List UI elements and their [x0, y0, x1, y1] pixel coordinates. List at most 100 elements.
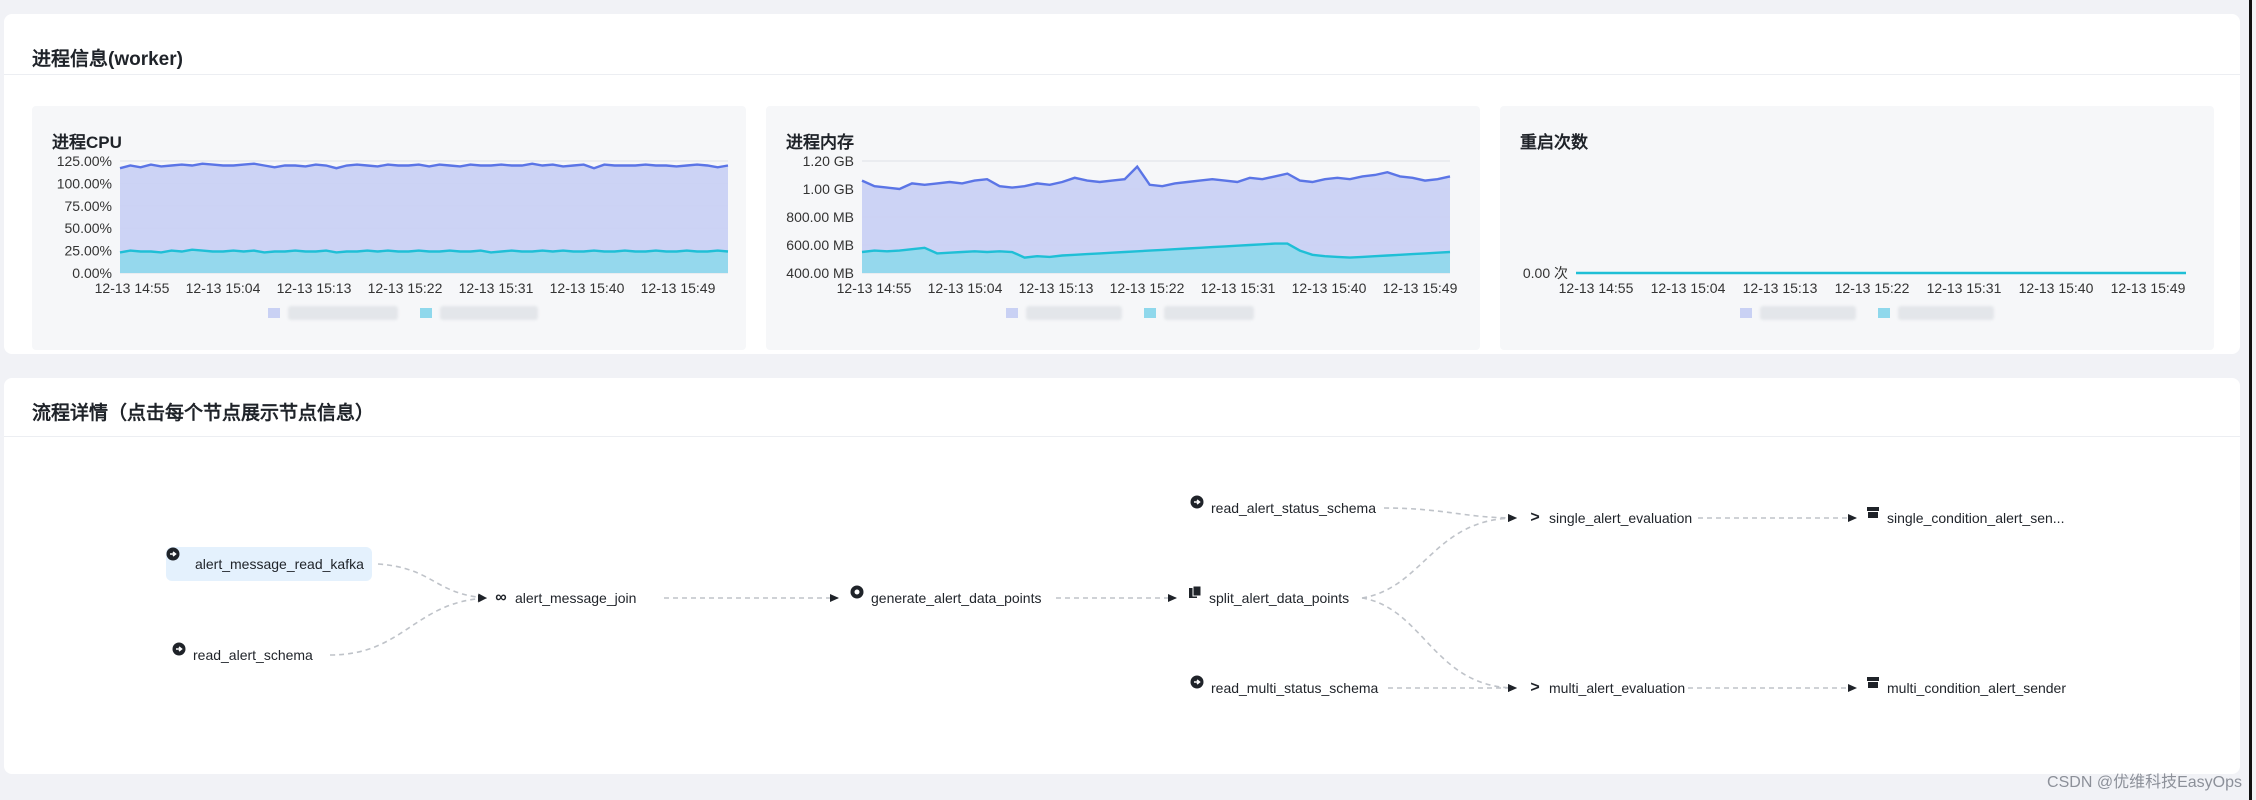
x-tick-label: 12-13 15:04: [186, 280, 261, 296]
node-label: read_multi_status_schema: [1211, 680, 1379, 696]
y-tick-label: 125.00%: [57, 153, 112, 169]
node-label: read_alert_status_schema: [1211, 500, 1376, 516]
x-tick-label: 12-13 15:49: [2111, 280, 2186, 296]
flow-node-alert-message-read-kafka[interactable]: alert_message_read_kafka: [166, 547, 372, 581]
flow-node-single-condition-alert-sender[interactable]: single_condition_alert_sen...: [1866, 505, 2064, 531]
x-tick-label: 12-13 15:31: [459, 280, 534, 296]
multi-status-source-icon: [1190, 675, 1204, 695]
flow-detail-panel: 流程详情（点击每个节点展示节点信息） alert_message_read_ka…: [4, 378, 2240, 774]
memory-chart-card: 进程内存 1.20 GB 1.00 GB 800.00 MB 600.00 MB 400…: [766, 106, 1480, 350]
node-label: read_alert_schema: [193, 647, 313, 663]
x-tick-label: 12-13 15:22: [1110, 280, 1185, 296]
x-tick-label: 12-13 15:04: [928, 280, 1003, 296]
flow-node-alert-message-join[interactable]: ∞ alert_message_join: [494, 585, 636, 611]
flow-node-read-multi-status-schema[interactable]: read_multi_status_schema: [1190, 675, 1378, 701]
y-tick-label: 25.00%: [65, 243, 112, 259]
flow-node-single-alert-evaluation[interactable]: > single_alert_evaluation: [1528, 505, 1692, 531]
y-tick-label: 600.00 MB: [786, 237, 854, 253]
x-tick-label: 12-13 15:40: [550, 280, 625, 296]
node-label: multi_alert_evaluation: [1549, 680, 1686, 696]
node-label: multi_condition_alert_sender: [1887, 680, 2066, 696]
x-tick-label: 12-13 14:55: [95, 280, 170, 296]
x-tick-label: 12-13 15:49: [641, 280, 716, 296]
node-label: single_alert_evaluation: [1549, 510, 1693, 526]
y-tick-label: 75.00%: [65, 198, 112, 214]
x-tick-label: 12-13 15:13: [1019, 280, 1094, 296]
y-tick-label: 800.00 MB: [786, 209, 854, 225]
kafka-source-icon: [166, 547, 188, 571]
flow-node-read-alert-status-schema[interactable]: read_alert_status_schema: [1190, 495, 1376, 521]
legend-label-redacted: [1026, 306, 1122, 320]
series-area: [120, 249, 728, 273]
legend-swatch: [268, 308, 280, 318]
y-tick-label: 1.20 GB: [803, 153, 854, 169]
y-tick-label: 50.00%: [65, 220, 112, 236]
legend-label-redacted: [1164, 306, 1254, 320]
x-tick-label: 12-13 15:31: [1201, 280, 1276, 296]
flow-node-multi-alert-evaluation[interactable]: > multi_alert_evaluation: [1528, 675, 1685, 701]
cpu-legend: [268, 306, 538, 320]
sink-box-icon: [1866, 507, 1880, 525]
edge-schema-join: [329, 594, 487, 656]
legend-item-series-1[interactable]: [1006, 306, 1122, 320]
y-tick-label: 1.00 GB: [803, 181, 854, 197]
edge-status-single: [1383, 507, 1517, 522]
flow-node-multi-condition-alert-sender[interactable]: multi_condition_alert_sender: [1866, 675, 2066, 701]
x-tick-label: 12-13 15:31: [1927, 280, 2002, 296]
node-label: alert_message_join: [515, 590, 637, 606]
x-tick-label: 12-13 15:22: [368, 280, 443, 296]
node-label: generate_alert_data_points: [871, 590, 1042, 606]
legend-swatch: [1878, 308, 1890, 318]
restart-legend: [1740, 306, 1994, 320]
node-label: single_condition_alert_sen...: [1887, 510, 2065, 526]
edge-split-multi: [1361, 597, 1517, 692]
status-source-icon: [1190, 495, 1204, 515]
join-infinity-icon: ∞: [495, 589, 507, 606]
edge-kafka-join: [377, 563, 487, 602]
legend-item-series-2[interactable]: [1878, 306, 1994, 320]
memory-legend: [1006, 306, 1254, 320]
x-tick-label: 12-13 15:40: [2019, 280, 2094, 296]
legend-item-series-1[interactable]: [268, 306, 398, 320]
legend-swatch: [1144, 308, 1156, 318]
watermark: CSDN @优维科技EasyOps: [2047, 774, 2242, 791]
legend-swatch: [420, 308, 432, 318]
x-tick-label: 12-13 14:55: [1559, 280, 1634, 296]
flow-node-generate-alert-data-points[interactable]: generate_alert_data_points: [850, 585, 1041, 611]
y-tick-label: 0.00%: [72, 265, 112, 281]
legend-swatch: [1740, 308, 1752, 318]
edge-split-single: [1361, 514, 1517, 599]
x-tick-label: 12-13 15:49: [1383, 280, 1458, 296]
sink-box-icon: [1866, 677, 1880, 695]
generate-icon: [850, 585, 864, 605]
y-tick-label: 400.00 MB: [786, 265, 854, 281]
legend-label-redacted: [288, 306, 398, 320]
legend-item-series-2[interactable]: [420, 306, 538, 320]
legend-label-redacted: [1898, 306, 1994, 320]
node-label: split_alert_data_points: [1209, 590, 1350, 606]
legend-label-redacted: [440, 306, 538, 320]
page-scrollbar[interactable]: [2249, 0, 2252, 800]
restart-chart-card: 重启次数 0.00 次 12-13 14:55 12-13 15:04 12-13 1…: [1500, 106, 2214, 350]
panel-divider: [4, 74, 2240, 75]
x-tick-label: 12-13 15:13: [277, 280, 352, 296]
cpu-chart-card: 进程CPU 125.00% 100.00% 75.00% 50.00% 25.00% 0.…: [32, 106, 746, 350]
x-tick-label: 12-13 15:22: [1835, 280, 1910, 296]
process-info-title: 进程信息(worker): [32, 49, 183, 70]
chevron-right-icon: >: [1530, 509, 1540, 526]
legend-label-redacted: [1760, 306, 1856, 320]
x-tick-label: 12-13 15:04: [1651, 280, 1726, 296]
schema-source-icon: [172, 642, 186, 662]
y-tick-label: 100.00%: [57, 175, 112, 191]
x-tick-label: 12-13 15:13: [1743, 280, 1818, 296]
chevron-right-icon: >: [1530, 679, 1540, 696]
flow-node-read-alert-schema[interactable]: read_alert_schema: [172, 642, 313, 668]
process-info-panel: 进程信息(worker) 进程CPU 125.00% 100.00% 75.00% 5…: [4, 14, 2240, 354]
legend-swatch: [1006, 308, 1018, 318]
node-label: alert_message_read_kafka: [195, 556, 364, 572]
legend-item-series-1[interactable]: [1740, 306, 1856, 320]
flow-node-split-alert-data-points[interactable]: split_alert_data_points: [1188, 585, 1349, 611]
x-tick-label: 12-13 15:40: [1292, 280, 1367, 296]
legend-item-series-2[interactable]: [1144, 306, 1254, 320]
split-icon: [1188, 585, 1202, 605]
